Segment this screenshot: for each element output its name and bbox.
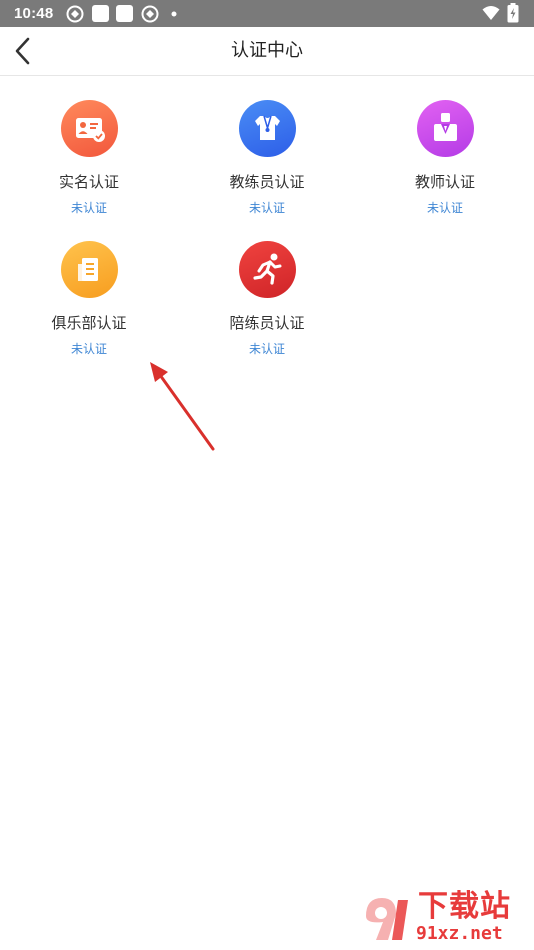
app-notification-icon: [116, 5, 133, 22]
cert-name: 教练员认证: [229, 173, 305, 191]
app-notification-icon: [141, 5, 159, 23]
wifi-icon: [482, 6, 500, 20]
app-notification-icon: [92, 5, 109, 22]
cert-status: 未认证: [70, 201, 107, 215]
id-card-icon: [61, 100, 118, 157]
annotation-arrow-icon: [150, 362, 215, 451]
coach-shirt-icon: [239, 100, 296, 157]
cert-name: 陪练员认证: [229, 314, 305, 332]
watermark-logo-icon: [366, 898, 408, 940]
cert-item-sparring[interactable]: 陪练员认证 未认证: [178, 217, 356, 357]
status-bar: 10:48: [0, 0, 534, 27]
cert-item-coach[interactable]: 教练员认证 未认证: [178, 76, 356, 216]
cert-item-real-name[interactable]: 实名认证 未认证: [0, 76, 178, 216]
watermark-brand: 下载站: [418, 889, 511, 924]
battery-charging-icon: [507, 3, 519, 23]
watermark-domain: 91xz.net: [416, 923, 503, 944]
cert-name: 俱乐部认证: [51, 314, 127, 332]
cert-item-club[interactable]: 俱乐部认证 未认证: [0, 217, 178, 357]
watermark: 下载站 91xz.net: [358, 890, 530, 948]
club-building-icon: [61, 241, 118, 298]
nav-bar: 认证中心: [0, 27, 534, 76]
cert-status: 未认证: [426, 201, 463, 215]
app-notification-icon: [66, 5, 84, 23]
teacher-icon: [417, 100, 474, 157]
cert-status: 未认证: [248, 201, 285, 215]
cert-name: 实名认证: [58, 173, 119, 191]
status-time: 10:48: [14, 5, 54, 22]
cert-name: 教师认证: [414, 173, 475, 191]
more-notifications-dot-icon: [171, 11, 177, 17]
cert-item-teacher[interactable]: 教师认证 未认证: [356, 76, 534, 216]
page-title: 认证中心: [231, 40, 303, 61]
running-man-icon: [239, 241, 296, 298]
